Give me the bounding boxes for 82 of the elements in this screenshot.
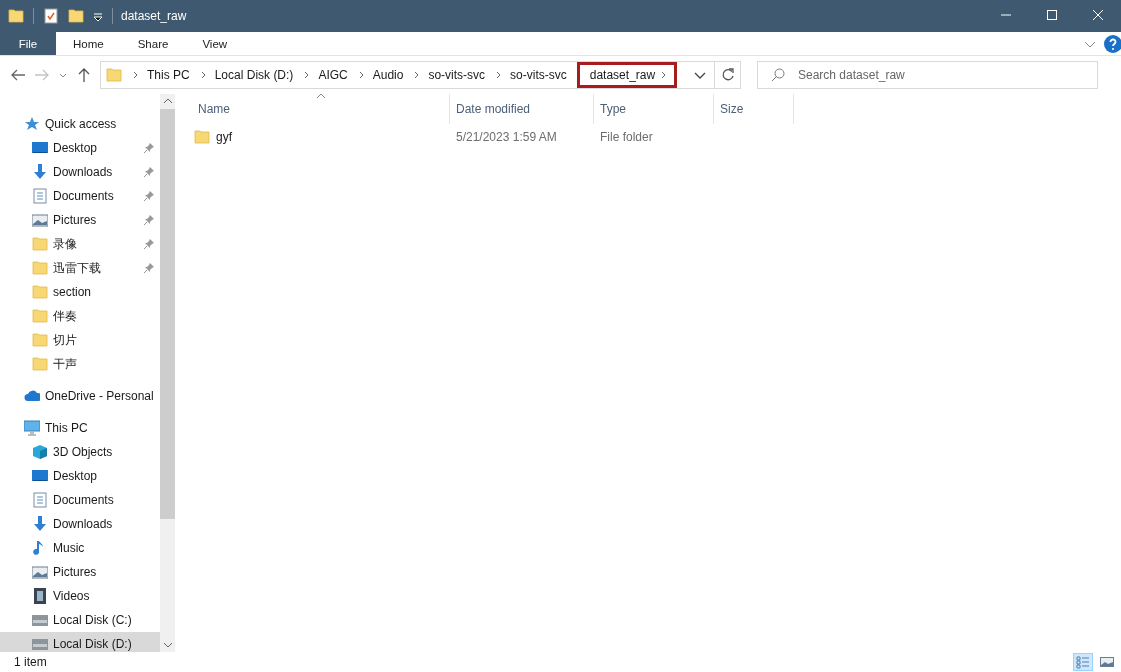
column-header[interactable]: Name xyxy=(192,94,450,124)
document-icon xyxy=(32,188,48,204)
properties-icon[interactable] xyxy=(43,8,59,24)
breadcrumb[interactable]: so-vits-svc xyxy=(508,68,567,82)
column-header[interactable]: Date modified xyxy=(450,94,594,124)
sidebar-item[interactable]: 迅雷下载 xyxy=(0,256,160,280)
sidebar-item[interactable]: Local Disk (D:) xyxy=(0,632,160,652)
sidebar-item[interactable]: 干声 xyxy=(0,352,160,376)
back-arrow-icon[interactable] xyxy=(10,67,26,83)
picture-icon xyxy=(32,212,48,228)
cube-icon xyxy=(32,444,48,460)
folder-icon xyxy=(32,260,48,276)
breadcrumb[interactable]: AIGC xyxy=(316,68,348,82)
column-header[interactable]: Type xyxy=(594,94,714,124)
sidebar-item[interactable]: Videos xyxy=(0,584,160,608)
breadcrumb[interactable]: This PC xyxy=(145,68,190,82)
chevron-right-icon xyxy=(357,70,366,80)
chevron-right-icon xyxy=(132,70,140,80)
address-bar[interactable]: This PC Local Disk (D:) AIGC Audio so-vits-svc so-vits-svc dataset_raw xyxy=(100,61,715,89)
help-icon[interactable] xyxy=(1104,34,1121,53)
folder-icon xyxy=(106,67,122,83)
table-cell: File folder xyxy=(600,130,653,144)
details-list-icon xyxy=(1076,655,1090,669)
breadcrumb[interactable]: Audio xyxy=(370,68,404,82)
sidebar-item[interactable]: Desktop xyxy=(0,136,160,160)
sidebar-item[interactable]: 切片 xyxy=(0,328,160,352)
sidebar-item[interactable]: 3D Objects xyxy=(0,440,160,464)
folder-icon xyxy=(32,332,48,348)
drive-icon xyxy=(32,612,48,628)
cloud-icon xyxy=(24,388,40,404)
breadcrumb[interactable]: so-vits-svc xyxy=(426,68,486,82)
scrollbar-thumb[interactable] xyxy=(160,109,175,519)
column-header[interactable]: Size xyxy=(714,94,794,124)
document-icon xyxy=(32,492,48,508)
up-arrow-icon[interactable] xyxy=(76,67,92,83)
sidebar-item[interactable]: Pictures xyxy=(0,560,160,584)
drive-icon xyxy=(32,636,48,652)
chevron-right-icon xyxy=(199,70,208,80)
folder-icon[interactable] xyxy=(8,8,24,24)
down-arrow-icon xyxy=(32,516,48,532)
breadcrumb[interactable]: Local Disk (D:) xyxy=(212,68,294,82)
new-folder-icon[interactable] xyxy=(68,8,84,24)
sidebar-item[interactable]: section xyxy=(0,280,160,304)
refresh-icon xyxy=(720,68,735,82)
star-icon xyxy=(24,116,40,132)
sidebar-item[interactable]: Documents xyxy=(0,488,160,512)
scroll-down-icon[interactable] xyxy=(162,641,173,649)
sidebar-item[interactable]: Local Disk (C:) xyxy=(0,608,160,632)
search-field[interactable]: Search dataset_raw xyxy=(757,61,1098,89)
folder-icon xyxy=(32,284,48,300)
table-cell: 5/21/2023 1:59 AM xyxy=(456,130,557,144)
sidebar-item[interactable]: Documents xyxy=(0,184,160,208)
sidebar-item[interactable]: 录像 xyxy=(0,232,160,256)
sidebar-item[interactable]: OneDrive - Personal xyxy=(0,384,160,408)
sidebar-item[interactable]: Pictures xyxy=(0,208,160,232)
monitor-icon xyxy=(32,140,48,156)
file-name[interactable]: gyf xyxy=(216,130,232,144)
status-text: 1 item xyxy=(14,655,47,669)
folder-icon xyxy=(32,308,48,324)
file-tab[interactable]: File xyxy=(0,32,56,55)
film-icon xyxy=(32,588,48,604)
refresh-button[interactable] xyxy=(715,61,741,89)
sidebar-item[interactable]: Music xyxy=(0,536,160,560)
down-arrow-icon xyxy=(32,164,48,180)
scroll-up-icon[interactable] xyxy=(162,97,173,105)
folder-icon xyxy=(32,356,48,372)
folder-icon xyxy=(194,129,210,145)
sidebar-item[interactable]: This PC xyxy=(0,416,160,440)
sidebar-item[interactable]: Quick access xyxy=(0,112,160,136)
window-title: dataset_raw xyxy=(121,9,187,23)
sidebar-item[interactable]: Desktop xyxy=(0,464,160,488)
picture-icon xyxy=(32,564,48,580)
search-icon xyxy=(771,68,785,82)
sidebar-item[interactable]: Downloads xyxy=(0,160,160,184)
sort-caret-icon xyxy=(316,93,326,99)
monitor-icon xyxy=(32,468,48,484)
folder-icon xyxy=(32,236,48,252)
picture-icon xyxy=(1100,655,1114,669)
breadcrumb[interactable]: dataset_raw xyxy=(587,68,656,82)
computer-icon xyxy=(24,420,40,436)
sidebar-item[interactable]: Downloads xyxy=(0,512,160,536)
sidebar-item[interactable]: 伴奏 xyxy=(0,304,160,328)
